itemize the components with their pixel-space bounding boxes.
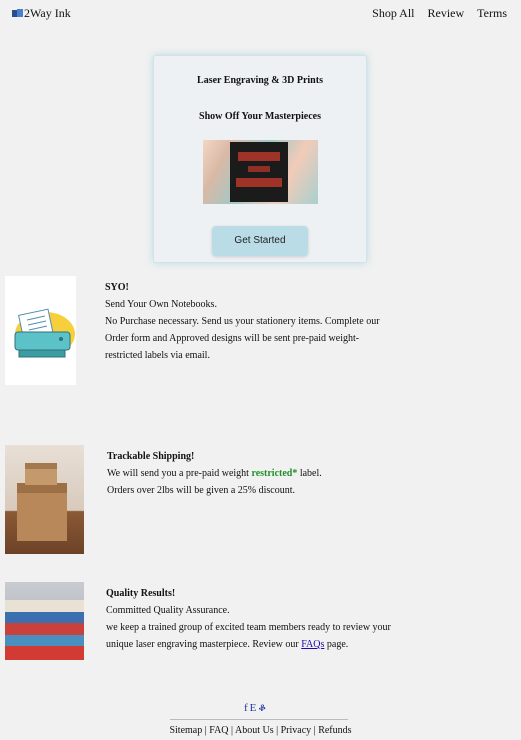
footer-divider: [170, 719, 348, 720]
main-nav: Shop All Review Terms: [372, 6, 507, 21]
feature-line: Send Your Own Notebooks.: [105, 299, 217, 310]
brand-logo[interactable]: 2Way Ink: [12, 6, 71, 21]
feature-title: Quality Results!: [106, 588, 176, 599]
logo-icon: [12, 9, 23, 18]
feature-line: Orders over 2lbs will be given a 25% dis…: [107, 485, 296, 496]
nav-shop-all[interactable]: Shop All: [372, 6, 414, 21]
footer-link-about[interactable]: About Us: [235, 725, 274, 736]
feature-line: Committed Quality Assurance.: [106, 605, 230, 616]
hero-image: [203, 140, 318, 204]
nav-review[interactable]: Review: [428, 6, 465, 21]
quality-text-suffix: page.: [326, 639, 349, 650]
get-started-button[interactable]: Get Started: [212, 226, 308, 256]
feature-syo: SYO! Send Your Own Notebooks. No Purchas…: [105, 279, 435, 364]
top-bar: 2Way Ink Shop All Review Terms: [0, 0, 521, 28]
quality-text: unique laser engraving masterpiece. Revi…: [106, 639, 299, 650]
boxes-image: [5, 445, 84, 554]
social-icon[interactable]: ቆ: [258, 702, 268, 714]
feature-line: we keep a trained group of excited team …: [106, 622, 391, 633]
nav-terms[interactable]: Terms: [477, 6, 507, 21]
shipping-text-suffix: label.: [299, 468, 322, 479]
footer-link-sitemap[interactable]: Sitemap: [169, 725, 202, 736]
restricted-highlight: restricted*: [251, 468, 298, 479]
shipping-text: We will send you a pre-paid weight: [107, 468, 249, 479]
feature-line: restricted labels via email.: [105, 350, 210, 361]
footer-link-refunds[interactable]: Refunds: [318, 725, 351, 736]
books-image: [5, 582, 84, 660]
footer-link-faq[interactable]: FAQ: [209, 725, 228, 736]
hero-card: Laser Engraving & 3D Prints Show Off You…: [153, 55, 367, 263]
feature-title: Trackable Shipping!: [107, 451, 195, 462]
feature-title: SYO!: [105, 282, 129, 293]
faqs-link[interactable]: FAQs: [301, 639, 324, 650]
hero-subtitle: Show Off Your Masterpieces: [199, 111, 321, 122]
feature-line: No Purchase necessary. Send us your stat…: [105, 316, 380, 327]
feature-quality: Quality Results! Committed Quality Assur…: [106, 585, 436, 653]
social-icons: fEቆ: [244, 702, 268, 715]
brand-name: 2Way Ink: [24, 6, 71, 20]
hero-title: Laser Engraving & 3D Prints: [197, 75, 323, 86]
feature-line: unique laser engraving masterpiece. Revi…: [106, 636, 436, 653]
footer-links: Sitemap | FAQ | About Us | Privacy | Ref…: [169, 725, 352, 736]
feature-line: We will send you a pre-paid weight restr…: [107, 465, 437, 482]
footer-link-privacy[interactable]: Privacy: [281, 725, 312, 736]
feature-line: Order form and Approved designs will be …: [105, 333, 360, 344]
feature-shipping: Trackable Shipping! We will send you a p…: [107, 448, 437, 499]
printer-illustration-image: [5, 276, 76, 385]
